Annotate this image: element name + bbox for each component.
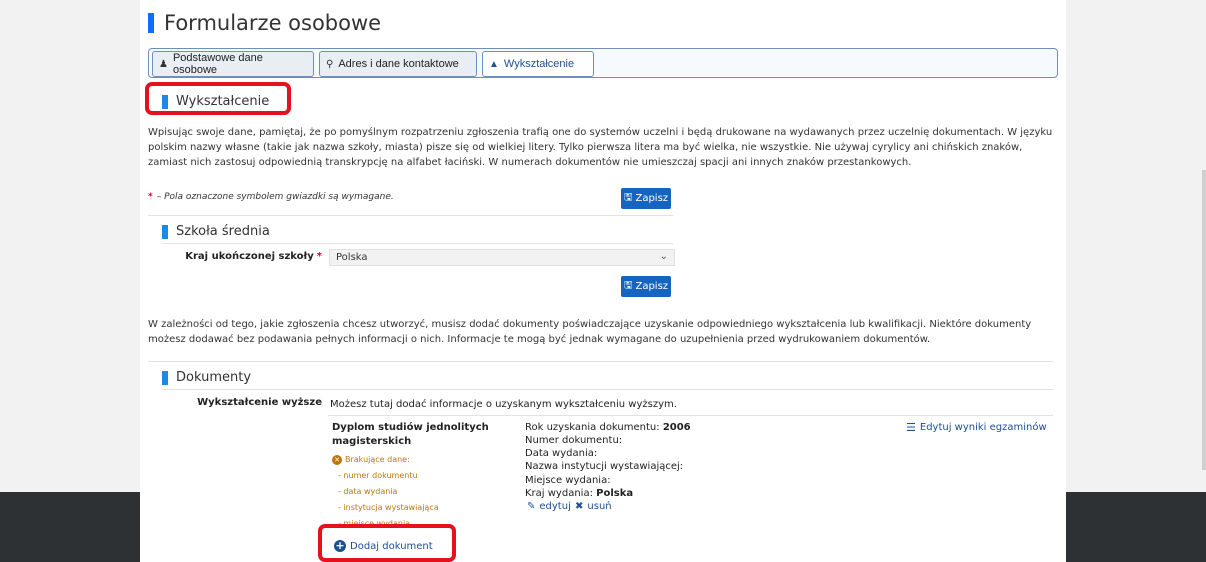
year-value: 2006 (662, 422, 691, 433)
highlight-box-education (145, 82, 291, 115)
save-button[interactable]: 🖫 Zapisz (621, 188, 671, 209)
missing-heading-text: Brakujące dane: (345, 455, 410, 464)
tab-bar: ♟ Podstawowe dane osobowe ⚲ Adres i dane… (148, 48, 1058, 78)
higher-education-label: Wykształcenie wyższe (197, 397, 322, 408)
missing-data-block: ✕ Brakujące dane: - numer dokumentu - dat… (332, 452, 439, 532)
divider (148, 361, 1053, 362)
save-button-label: Zapisz (635, 281, 669, 292)
page-background-left (0, 0, 140, 562)
pencil-icon: ✎ (527, 501, 536, 512)
missing-data-heading: ✕ Brakujące dane: (332, 452, 439, 468)
save-button-label: Zapisz (635, 193, 669, 204)
page-title: Formularze osobowe (148, 8, 381, 38)
divider (148, 215, 673, 216)
tab-address-contact[interactable]: ⚲ Adres i dane kontaktowe (319, 51, 477, 77)
floppy-disk-icon: 🖫 (623, 280, 633, 291)
divider (162, 243, 673, 244)
page-title-text: Formularze osobowe (164, 11, 382, 35)
tab-education[interactable]: ▲ Wykształcenie (482, 51, 594, 77)
document-date: Data wydania: (525, 448, 598, 459)
required-fields-note: * – Pola oznaczone symbolem gwiazdki są w… (148, 192, 394, 202)
tab-label: Podstawowe dane osobowe (172, 52, 263, 76)
required-star: * (316, 251, 322, 262)
section-heading-high-school: Szkoła średnia (162, 224, 270, 239)
document-year: Rok uzyskania dokumentu: 2006 (525, 421, 691, 434)
section-heading-documents: Dokumenty (162, 370, 251, 385)
higher-education-description: Możesz tutaj dodać informacje o uzyskany… (330, 399, 677, 410)
section-accent-bar (162, 224, 168, 239)
tab-label: Wykształcenie (503, 58, 575, 70)
edit-results-text: Edytuj wyniki egzaminów (919, 422, 1047, 433)
missing-item: - instytucja wystawiająca (338, 503, 439, 512)
tab-basic-personal-data[interactable]: ♟ Podstawowe dane osobowe (152, 51, 314, 77)
scrollbar[interactable] (1202, 170, 1206, 470)
tab-label: Adres i dane kontaktowe (338, 58, 459, 70)
edit-link-text: edytuj (539, 501, 571, 512)
highlight-box-add-document (318, 524, 456, 562)
document-number: Numer dokumentu: (525, 435, 623, 446)
footer-band-left (0, 492, 140, 562)
edit-exam-results-link[interactable]: ☰ Edytuj wyniki egzaminów (906, 421, 1047, 434)
main-panel: Formularze osobowe ♟ Podstawowe dane oso… (140, 0, 1066, 562)
divider (328, 415, 1053, 416)
page-background-right (1066, 0, 1206, 562)
divider (162, 389, 1053, 390)
country-issue-label: Kraj wydania: (525, 488, 593, 499)
missing-item: - numer dokumentu (338, 471, 418, 480)
list-icon: ☰ (906, 421, 916, 434)
chevron-down-icon: ⌄ (659, 251, 668, 262)
education-intro-text: Wpisując swoje dane, pamiętaj, że po pom… (148, 127, 1053, 168)
country-issue-value: Polska (596, 488, 634, 499)
delete-document-link[interactable]: ✖ usuń (575, 501, 612, 512)
year-label: Rok uzyskania dokumentu: (525, 422, 660, 433)
document-title: Dyplom studiów jednolitych magisterskich (332, 422, 489, 447)
documents-info-text: W zależności od tego, jakie zgłoszenia c… (148, 319, 1032, 345)
graduation-cap-icon: ▲ (489, 58, 499, 70)
missing-item: - data wydania (338, 487, 398, 496)
map-pin-icon: ⚲ (326, 58, 334, 70)
country-select-value: Polska (336, 252, 368, 263)
document-institution: Nazwa instytucji wystawiającej: (525, 461, 684, 472)
country-select[interactable]: Polska ⌄ (329, 249, 675, 266)
edit-document-link[interactable]: ✎ edytuj (527, 501, 571, 512)
section-heading-text: Dokumenty (176, 370, 252, 385)
title-accent-bar (148, 13, 154, 33)
person-icon: ♟ (159, 58, 168, 70)
footer-band-right (1066, 492, 1206, 562)
section-accent-bar (162, 370, 168, 385)
close-icon: ✖ (575, 501, 584, 512)
required-star: * (148, 192, 153, 202)
warning-circle-icon: ✕ (332, 455, 342, 465)
country-label-text: Kraj ukończonej szkoły (185, 251, 314, 262)
required-note-text: – Pola oznaczone symbolem gwiazdki są wy… (156, 192, 394, 202)
country-label: Kraj ukończonej szkoły * (180, 251, 322, 262)
document-place: Miejsce wydania: (525, 475, 611, 486)
document-country: Kraj wydania: Polska (525, 487, 633, 500)
section-heading-text: Szkoła średnia (176, 224, 270, 239)
delete-link-text: usuń (587, 501, 612, 512)
save-button-high-school[interactable]: 🖫 Zapisz (621, 276, 671, 297)
floppy-disk-icon: 🖫 (623, 192, 633, 203)
